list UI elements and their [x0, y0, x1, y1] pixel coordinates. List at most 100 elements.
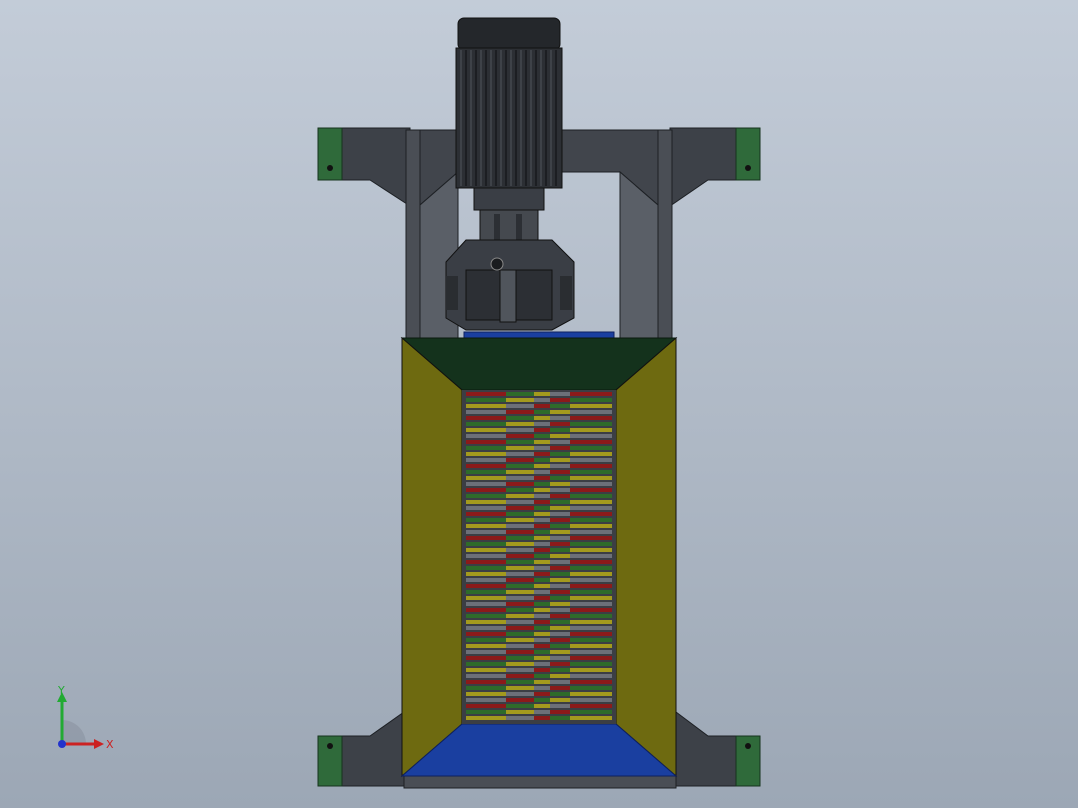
blade-segment: [506, 518, 534, 522]
blade-segment: [550, 710, 570, 714]
blade-segment: [570, 482, 612, 486]
blade-segment: [506, 710, 534, 714]
blade-segment: [550, 416, 570, 420]
blade-segment: [506, 554, 534, 558]
blade-segment: [466, 578, 506, 582]
blade-segment: [550, 674, 570, 678]
blade-segment: [466, 668, 506, 672]
gearbox[interactable]: [445, 239, 575, 331]
blade-segment: [506, 410, 534, 414]
blade-segment: [534, 536, 550, 540]
blade-segment: [466, 530, 506, 534]
blade-segment: [466, 644, 506, 648]
blade-segment: [466, 632, 506, 636]
blade-segment: [534, 554, 550, 558]
blade-segment: [570, 686, 612, 690]
blade-segment: [550, 554, 570, 558]
blade-segment: [550, 632, 570, 636]
motor-fin: [505, 50, 507, 186]
blade-segment: [570, 476, 612, 480]
blade-segment: [534, 428, 550, 432]
blade-segment: [506, 542, 534, 546]
hopper[interactable]: [400, 336, 678, 778]
blade-segment: [550, 440, 570, 444]
blade-segment: [570, 536, 612, 540]
blade-segment: [550, 620, 570, 624]
blade-segment: [570, 548, 612, 552]
blade-segment: [466, 698, 506, 702]
blade-segment: [550, 464, 570, 468]
blade-segment: [466, 638, 506, 642]
blade-segment: [550, 392, 570, 396]
motor-fin: [520, 50, 522, 186]
blade-segment: [570, 626, 612, 630]
blade-segment: [534, 686, 550, 690]
blade-segment: [550, 506, 570, 510]
blade-segment: [506, 596, 534, 600]
blade-segment: [550, 476, 570, 480]
blade-segment: [466, 554, 506, 558]
blade-segment: [506, 674, 534, 678]
motor[interactable]: [455, 17, 563, 245]
motor-fin: [510, 50, 512, 186]
blade-segment: [506, 692, 534, 696]
blade-segment: [466, 506, 506, 510]
blade-segment: [534, 614, 550, 618]
blade-segment: [466, 428, 506, 432]
blade-segment: [466, 446, 506, 450]
motor-fin: [535, 50, 537, 186]
blade-segment: [550, 398, 570, 402]
blade-segment: [506, 392, 534, 396]
shredder-blades: [466, 392, 612, 720]
blade-segment: [466, 602, 506, 606]
y-axis-label: Y: [57, 686, 65, 697]
coordinate-triad[interactable]: Y X: [50, 686, 120, 756]
blade-segment: [506, 614, 534, 618]
blade-segment: [466, 482, 506, 486]
blade-segment: [550, 584, 570, 588]
blade-segment: [466, 692, 506, 696]
blade-segment: [534, 476, 550, 480]
blade-segment: [534, 470, 550, 474]
blade-segment: [534, 398, 550, 402]
blade-segment: [466, 674, 506, 678]
blade-segment: [570, 530, 612, 534]
blade-segment: [506, 464, 534, 468]
blade-segment: [550, 566, 570, 570]
blade-segment: [550, 548, 570, 552]
blade-segment: [466, 476, 506, 480]
blade-segment: [570, 566, 612, 570]
blade-segment: [506, 422, 534, 426]
blade-segment: [506, 650, 534, 654]
blade-segment: [570, 704, 612, 708]
motor-fin: [500, 50, 502, 186]
blade-segment: [534, 650, 550, 654]
blade-segment: [466, 470, 506, 474]
cad-viewport[interactable]: [0, 0, 1078, 808]
blade-segment: [550, 638, 570, 642]
blade-segment: [466, 590, 506, 594]
blade-segment: [506, 494, 534, 498]
blade-segment: [570, 614, 612, 618]
motor-fin: [555, 50, 557, 186]
blade-segment: [550, 662, 570, 666]
blade-segment: [570, 506, 612, 510]
blade-segment: [506, 668, 534, 672]
blade-segment: [506, 620, 534, 624]
blade-segment: [534, 506, 550, 510]
blade-segment: [506, 404, 534, 408]
z-axis: [58, 740, 66, 748]
blade-segment: [550, 530, 570, 534]
blade-segment: [534, 560, 550, 564]
blade-segment: [550, 668, 570, 672]
blade-segment: [466, 524, 506, 528]
blade-segment: [570, 608, 612, 612]
blade-segment: [466, 440, 506, 444]
blade-segment: [550, 596, 570, 600]
blade-segment: [550, 422, 570, 426]
blade-segment: [534, 632, 550, 636]
blade-segment: [570, 572, 612, 576]
blade-segment: [534, 458, 550, 462]
blade-segment: [534, 488, 550, 492]
blade-segment: [534, 500, 550, 504]
